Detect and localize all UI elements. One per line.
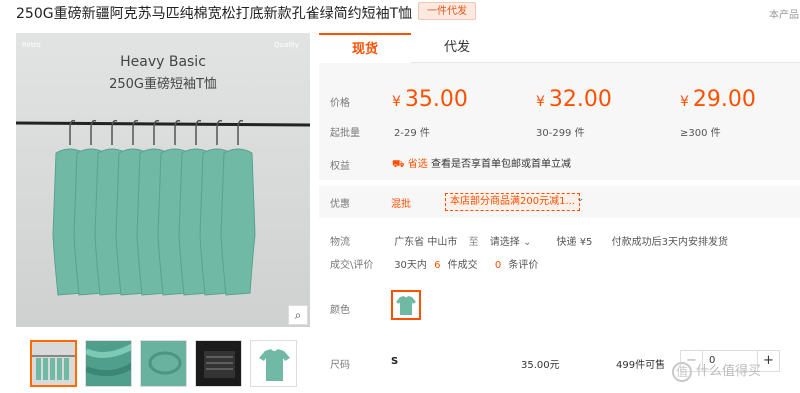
qty-tier-3: ≥300 件 [680, 128, 721, 139]
watermark: 值什么值得买 [672, 360, 761, 382]
moq-label: 起批量 [330, 128, 360, 139]
benefit-label: 权益 [330, 161, 350, 172]
reviews-count[interactable]: 0 [495, 260, 501, 271]
promo-label: 优惠 [330, 199, 350, 210]
to-text: 至 [468, 237, 479, 248]
promo-type: 混批 [391, 199, 411, 210]
product-photo: Retro Quality Heavy Basic 250G重磅短袖T恤 [16, 33, 310, 327]
deals-count[interactable]: 6 [434, 260, 440, 271]
benefit-info[interactable]: ⛟ 省选 查看是否享首单包邮或首单立减 [392, 155, 571, 172]
thumbnail-2[interactable] [85, 340, 132, 387]
origin-text: 广东省 中山市 [394, 237, 458, 248]
price-tier-1: ¥35.00 [392, 87, 468, 112]
deals-prefix: 30天内 [394, 260, 427, 271]
chevron-down-icon[interactable]: ⌄ [576, 193, 584, 204]
size-price: 35.00元 [521, 360, 560, 371]
tab-in-stock[interactable]: 现货 [319, 33, 411, 63]
size-label: 尺码 [330, 360, 350, 371]
main-product-image[interactable]: Retro Quality Heavy Basic 250G重磅短袖T恤 [16, 33, 310, 327]
tshirt-icon [396, 296, 416, 315]
corner-right-text: Quality [274, 41, 299, 49]
qty-tier-2: 30-299 件 [536, 128, 585, 139]
image-subheadline: 250G重磅短袖T恤 [109, 76, 217, 92]
tshirt-graphic [220, 148, 256, 296]
logistics-row: 物流 广东省 中山市 至 请选择 ⌄ 快递 ¥5 付款成功后3天内安排发货 [330, 233, 728, 248]
benefit-tag: ⛟ 省选 [392, 159, 428, 170]
size-stock: 499件可售 [616, 360, 666, 371]
product-title: 250G重磅新疆阿克苏马匹纯棉宽松打底新款孔雀绿简约短袖T恤 [16, 6, 413, 22]
top-right-note[interactable]: 本产品 [769, 6, 799, 21]
thumbnail-1[interactable] [30, 340, 77, 387]
purchase-tabs: 现货 代发 [319, 33, 800, 63]
thumbnail-4[interactable] [195, 340, 242, 387]
corner-left-text: Retro [22, 41, 41, 49]
price-label: 价格 [330, 98, 350, 109]
promo-badge[interactable]: 本店部分商品满200元减1... [445, 193, 580, 211]
destination-select[interactable]: 请选择 ⌄ [490, 233, 532, 248]
sales-review-label: 成交\评价 [330, 260, 374, 271]
logistics-label: 物流 [330, 237, 350, 248]
zoom-button[interactable]: ⌕ [288, 305, 308, 325]
thumbnail-5[interactable] [250, 340, 297, 387]
price-tier-2: ¥32.00 [536, 87, 612, 112]
tab-dropship[interactable]: 代发 [411, 33, 503, 63]
color-label: 颜色 [330, 305, 350, 316]
thumbnail-3[interactable] [140, 340, 187, 387]
express-fee: 快递 ¥5 [556, 237, 593, 248]
color-swatch-peacock-green[interactable] [391, 290, 421, 320]
price-tier-3: ¥29.00 [680, 87, 756, 112]
promo-row: 优惠 混批 本店部分商品满200元减1... ⌄ [319, 186, 800, 218]
reviews-suffix: 条评价 [508, 260, 539, 271]
thumbnail-strip [30, 340, 297, 387]
benefit-text: 查看是否享首单包邮或首单立减 [430, 159, 571, 170]
deals-suffix: 件成交 [447, 260, 478, 271]
dropship-tag[interactable]: 一件代发 [418, 2, 476, 20]
watermark-logo-icon: 值 [672, 361, 692, 382]
image-headline: Heavy Basic [120, 54, 206, 70]
sales-review-row: 成交\评价 30天内 6 件成交 0 条评价 [330, 256, 538, 271]
qty-tier-1: 2-29 件 [394, 128, 430, 139]
price-panel: 价格 ¥35.00 ¥32.00 ¥29.00 起批量 2-29 件 30-29… [319, 63, 800, 180]
shipping-note: 付款成功后3天内安排发货 [611, 237, 728, 248]
magnifier-icon: ⌕ [294, 308, 302, 322]
size-value: S [391, 356, 399, 367]
watermark-text: 什么值得买 [696, 364, 762, 379]
chevron-down-icon: ⌄ [522, 237, 532, 248]
